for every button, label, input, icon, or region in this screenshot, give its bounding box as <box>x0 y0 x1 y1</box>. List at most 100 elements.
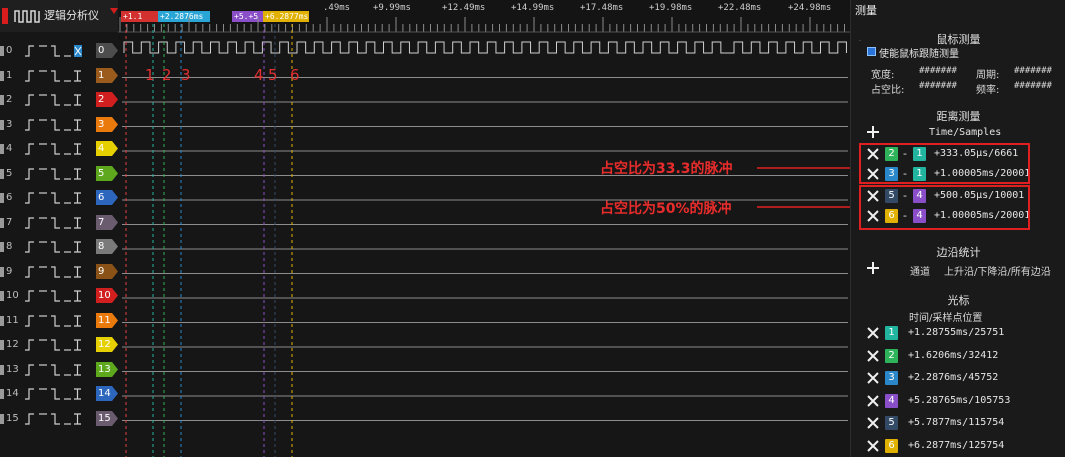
cursor-row[interactable]: 2 +1.6206ms/32412 <box>851 348 1065 367</box>
trigger-options-icon[interactable] <box>24 216 82 230</box>
frequency-label: 频率: <box>976 85 1000 96</box>
channel-selector[interactable] <box>0 389 4 399</box>
channel-selector[interactable] <box>0 119 4 130</box>
channel-row[interactable]: 44 <box>0 138 118 162</box>
channel-color-tag[interactable]: 1 <box>96 67 118 83</box>
channel-color-tag[interactable]: 11 <box>96 312 118 328</box>
channel-color-tag[interactable]: 7 <box>96 214 118 230</box>
channel-selector[interactable] <box>0 217 4 228</box>
channel-selector[interactable] <box>0 70 4 81</box>
trigger-options-icon[interactable] <box>24 338 82 352</box>
trigger-options-icon[interactable] <box>24 363 82 377</box>
channel-row[interactable]: 15 15 <box>0 408 118 432</box>
channel-label: 6 <box>98 192 105 203</box>
waveform-area[interactable]: 逻辑分析仪 +9.99ms +12.49ms +14.99ms +17.48ms +19… <box>0 0 850 457</box>
cursor-badge: 4 <box>885 393 898 408</box>
add-distance-icon[interactable] <box>867 126 879 138</box>
delete-icon[interactable] <box>867 394 879 407</box>
channel-row[interactable]: 33 <box>0 114 118 138</box>
channel-row[interactable]: 55 <box>0 163 118 187</box>
delete-icon[interactable] <box>867 327 879 339</box>
trigger-options-icon[interactable] <box>24 412 82 426</box>
trigger-options-icon[interactable] <box>24 44 82 58</box>
highlight-box-50 <box>859 185 1030 230</box>
channel-row[interactable]: 12 12 <box>0 334 118 358</box>
channel-row[interactable]: 88 <box>0 236 118 260</box>
channel-selector[interactable] <box>0 168 4 179</box>
channel-row[interactable]: 11 11 <box>0 310 118 334</box>
channel-color-tag[interactable]: 10 <box>96 288 118 303</box>
channel-color-tag[interactable]: 4 <box>96 141 118 156</box>
trigger-options-icon[interactable] <box>24 69 82 83</box>
channel-label: 15 <box>98 412 111 424</box>
channel-selector[interactable] <box>0 242 4 252</box>
cursor-position-value: +1.28755ms/25751 <box>908 327 1005 338</box>
channel-label: 4 <box>98 143 105 154</box>
cursor-number-label: 5 <box>268 66 278 84</box>
channel-color-tag[interactable]: 5 <box>96 165 118 181</box>
cursor-badge: 2 <box>885 348 898 363</box>
channel-label: 9 <box>98 265 105 277</box>
trigger-options-icon[interactable] <box>24 314 82 328</box>
channel-selector[interactable] <box>0 144 4 154</box>
trigger-options-icon[interactable] <box>24 265 82 279</box>
channel-color-tag[interactable]: 9 <box>96 263 118 279</box>
waveform-canvas[interactable] <box>0 0 850 457</box>
channel-color-tag[interactable]: 0 <box>96 43 118 58</box>
trigger-options-icon[interactable] <box>24 93 82 107</box>
channel-row[interactable]: 66 <box>0 187 118 211</box>
channel-selector[interactable] <box>0 266 4 277</box>
channel-number: 11 <box>6 314 19 326</box>
enable-mouse-follow-label[interactable]: 使能鼠标跟随测量 <box>879 45 959 60</box>
channel-selector[interactable] <box>0 364 4 375</box>
channel-selector[interactable] <box>0 340 4 350</box>
channel-row[interactable]: 99 <box>0 261 118 285</box>
channel-color-tag[interactable]: 6 <box>96 190 118 205</box>
trigger-options-icon[interactable] <box>24 167 82 181</box>
channel-row[interactable]: 11 <box>0 65 118 89</box>
add-edge-stat-icon[interactable] <box>867 262 879 274</box>
cursor-row[interactable]: 5 +5.7877ms/115754 <box>851 416 1065 434</box>
channel-selector[interactable] <box>0 291 4 301</box>
channel-color-tag[interactable]: 3 <box>96 116 118 132</box>
annotation-duty-33: 占空比为33.3的脉冲 <box>600 161 733 177</box>
cursor-row[interactable]: 3 +2.2876ms/45752 <box>851 371 1065 389</box>
channel-selector[interactable] <box>0 193 4 203</box>
delete-icon[interactable] <box>867 439 879 452</box>
channel-row[interactable]: 77 <box>0 212 118 236</box>
trigger-options-icon[interactable] <box>24 387 82 401</box>
enable-mouse-follow-checkbox[interactable] <box>867 47 876 56</box>
trigger-options-icon[interactable] <box>24 240 82 254</box>
cursor-row[interactable]: 4 +5.28765ms/105753 <box>851 393 1065 412</box>
width-value: ####### <box>919 66 957 76</box>
delete-icon[interactable] <box>867 349 879 362</box>
delete-icon[interactable] <box>867 372 879 384</box>
channel-color-tag[interactable]: 2 <box>96 92 118 107</box>
channel-selector[interactable] <box>0 95 4 105</box>
channel-row[interactable]: 13 13 <box>0 359 118 383</box>
channel-selector[interactable] <box>0 46 4 56</box>
channel-selector[interactable] <box>0 315 4 326</box>
channel-row[interactable]: 10 10 <box>0 285 118 309</box>
trigger-options-icon[interactable] <box>24 289 82 303</box>
channel-color-tag[interactable]: 12 <box>96 337 118 352</box>
channel-label: 1 <box>98 69 105 81</box>
channel-row[interactable]: 22 <box>0 89 118 113</box>
panel-title: 测量 <box>855 4 877 17</box>
cursor-row[interactable]: 6 +6.2877ms/125754 <box>851 438 1065 457</box>
channel-selector[interactable] <box>0 413 4 424</box>
channel-color-tag[interactable]: 14 <box>96 386 118 401</box>
channel-color-tag[interactable]: 13 <box>96 361 118 377</box>
trigger-options-icon[interactable] <box>24 142 82 156</box>
channel-number: 3 <box>6 118 13 130</box>
channel-color-tag[interactable]: 8 <box>96 239 118 254</box>
trigger-options-icon[interactable] <box>24 191 82 205</box>
cursor-badge: 3 <box>885 371 898 385</box>
channel-color-tag[interactable]: 15 <box>96 410 118 426</box>
cursor-row[interactable]: 1 +1.28755ms/25751 <box>851 326 1065 344</box>
delete-icon[interactable] <box>867 417 879 429</box>
trigger-options-icon[interactable] <box>24 118 82 132</box>
channel-label: 12 <box>98 339 111 350</box>
channel-row[interactable]: 14 14 <box>0 383 118 407</box>
channel-row[interactable]: 00 <box>0 40 118 64</box>
